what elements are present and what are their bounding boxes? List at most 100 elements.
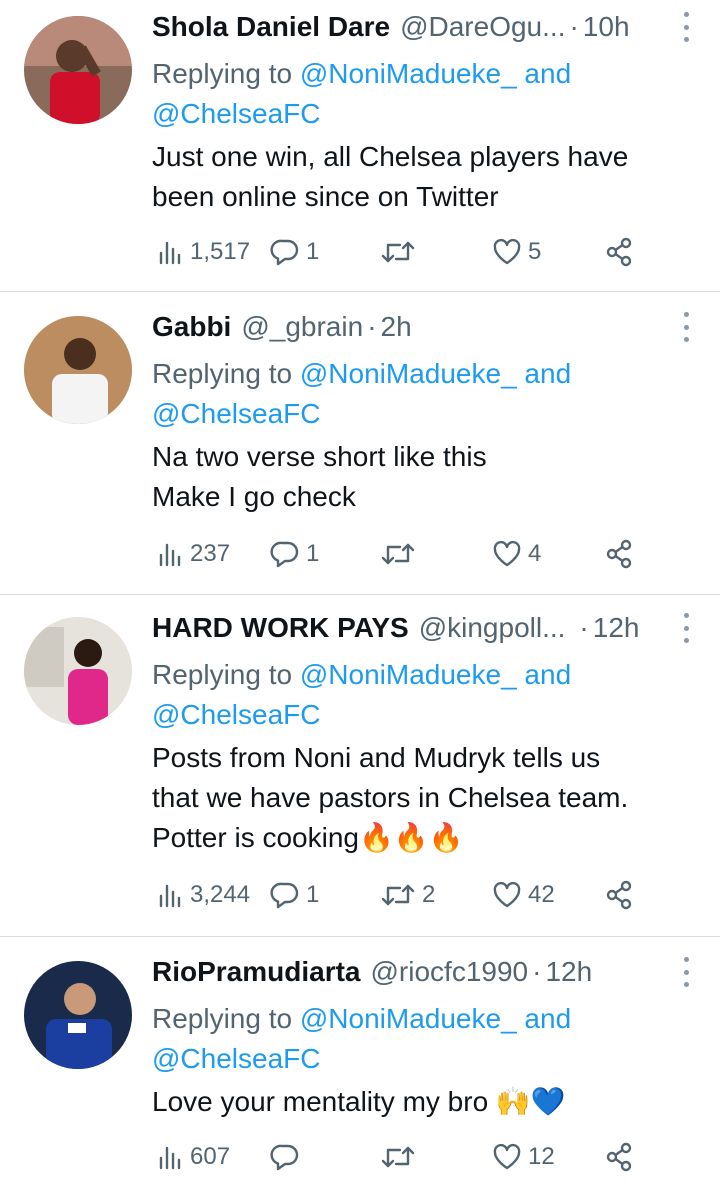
analytics-icon (159, 1146, 181, 1170)
user-handle[interactable]: @kingpoll... (419, 612, 566, 644)
more-icon[interactable] (672, 12, 700, 42)
retweet-icon (381, 884, 415, 906)
retweet-icon (381, 1146, 415, 1168)
reply-button[interactable] (270, 1137, 306, 1177)
retweet-button[interactable]: 2 (380, 875, 435, 915)
like-icon (493, 881, 521, 908)
action-bar: 3,244 1 2 42 (152, 875, 700, 915)
retweet-button[interactable] (380, 232, 422, 272)
reply-icon (270, 541, 299, 568)
action-bar: 607 12 (152, 1137, 700, 1177)
like-count: 12 (528, 1143, 555, 1170)
replying-to: Replying to @NoniMadueke_ and @ChelseaFC (152, 54, 622, 134)
separator-dot: · (579, 612, 589, 643)
analytics-icon (159, 543, 181, 567)
timestamp[interactable]: 10h (583, 11, 630, 43)
share-icon (606, 880, 632, 910)
tweet[interactable]: RioPramudiarta @riocfc1990 · 12h Replyin… (0, 937, 720, 1193)
reply-prefix: Replying to (152, 659, 293, 690)
user-handle[interactable]: @_gbrain (241, 311, 363, 343)
tweet-text-line: that we have pastors in Chelsea team. (152, 782, 629, 813)
share-button[interactable] (604, 232, 634, 272)
tweet[interactable]: Gabbi @_gbrain · 2h Replying to @NoniMad… (0, 292, 720, 595)
like-button[interactable]: 42 (492, 875, 555, 915)
timestamp[interactable]: 2h (381, 311, 412, 343)
reply-count: 1 (306, 238, 320, 265)
views-button[interactable]: 607 (158, 1137, 230, 1177)
like-button[interactable]: 12 (492, 1137, 555, 1177)
reply-button[interactable]: 1 (270, 534, 319, 574)
analytics-icon (159, 241, 181, 265)
views-button[interactable]: 3,244 (158, 875, 250, 915)
reply-prefix: Replying to (152, 58, 293, 89)
like-button[interactable]: 4 (492, 534, 541, 574)
retweet-button[interactable] (380, 534, 422, 574)
share-button[interactable] (604, 1137, 634, 1177)
replying-to: Replying to @NoniMadueke_ and @ChelseaFC (152, 354, 622, 434)
share-icon (606, 1142, 632, 1172)
retweet-count: 2 (422, 881, 436, 908)
avatar[interactable] (24, 316, 132, 424)
replying-to: Replying to @NoniMadueke_ and @ChelseaFC (152, 999, 622, 1079)
avatar[interactable] (24, 961, 132, 1069)
action-bar: 1,517 1 5 (152, 232, 700, 272)
retweet-icon (381, 241, 415, 263)
tweet-text-line: been online since on Twitter (152, 181, 499, 212)
tweet-text: Posts from Noni and Mudryk tells us that… (152, 738, 700, 858)
views-count: 607 (190, 1143, 231, 1170)
more-icon[interactable] (672, 312, 700, 342)
retweet-button[interactable] (380, 1137, 422, 1177)
tweet-text: Na two verse short like this Make I go c… (152, 437, 700, 517)
tweet-text-line: Posts from Noni and Mudryk tells us (152, 742, 601, 773)
views-count: 3,244 (190, 881, 251, 908)
tweet-text: Love your mentality my bro 🙌💙 (152, 1082, 700, 1122)
display-name[interactable]: HARD WORK PAYS (152, 612, 409, 644)
tweet-text-line: Make I go check (152, 481, 356, 512)
tweet[interactable]: Shola Daniel Dare @DareOgu... · 10h Repl… (0, 0, 720, 292)
like-count: 5 (528, 238, 542, 265)
reply-button[interactable]: 1 (270, 232, 319, 272)
reply-icon (270, 1144, 299, 1171)
views-count: 1,517 (190, 238, 251, 265)
timestamp[interactable]: 12h (545, 956, 592, 988)
retweet-icon (381, 543, 415, 565)
tweet-text-line: Na two verse short like this (152, 441, 487, 472)
reply-button[interactable]: 1 (270, 875, 319, 915)
user-handle[interactable]: @riocfc1990 (371, 956, 529, 988)
replying-to: Replying to @NoniMadueke_ and @ChelseaFC (152, 655, 622, 735)
avatar[interactable] (24, 617, 132, 725)
tweet-text-line: Love your mentality my bro 🙌💙 (152, 1086, 566, 1117)
share-button[interactable] (604, 875, 634, 915)
like-button[interactable]: 5 (492, 232, 541, 272)
reply-icon (270, 239, 299, 266)
like-count: 4 (528, 540, 542, 567)
display-name[interactable]: Shola Daniel Dare (152, 11, 390, 43)
timestamp[interactable]: 12h (593, 612, 640, 644)
separator-dot: · (569, 11, 579, 42)
tweet-text-line: Just one win, all Chelsea players have (152, 141, 629, 172)
like-icon (493, 540, 521, 567)
reply-count: 1 (306, 881, 320, 908)
display-name[interactable]: Gabbi (152, 311, 231, 343)
like-icon (493, 1143, 521, 1170)
more-icon[interactable] (672, 613, 700, 643)
more-icon[interactable] (672, 957, 700, 987)
display-name[interactable]: RioPramudiarta (152, 956, 361, 988)
reply-prefix: Replying to (152, 358, 293, 389)
reply-prefix: Replying to (152, 1003, 293, 1034)
share-icon (606, 539, 632, 569)
views-button[interactable]: 237 (158, 534, 230, 574)
share-button[interactable] (604, 534, 634, 574)
reply-icon (270, 882, 299, 909)
tweet[interactable]: HARD WORK PAYS @kingpoll... · 12h Replyi… (0, 595, 720, 937)
separator-dot: · (532, 956, 542, 987)
views-count: 237 (190, 540, 231, 567)
separator-dot: · (367, 311, 377, 342)
like-icon (493, 238, 521, 265)
avatar[interactable] (24, 16, 132, 124)
reply-count: 1 (306, 540, 320, 567)
user-handle[interactable]: @DareOgu... (400, 11, 565, 43)
share-icon (606, 237, 632, 267)
views-button[interactable]: 1,517 (158, 232, 250, 272)
tweet-text: Just one win, all Chelsea players have b… (152, 137, 700, 217)
